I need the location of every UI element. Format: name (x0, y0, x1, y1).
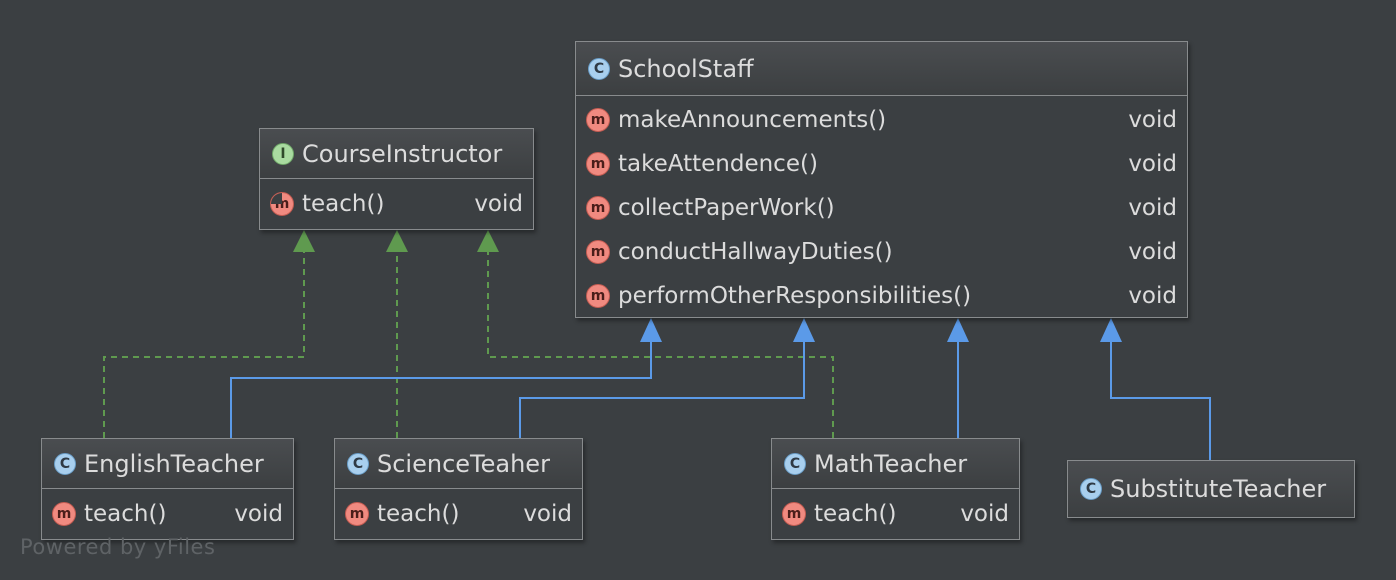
method-icon: m (52, 502, 76, 526)
edge-english-implements-courseinstructor (103, 248, 305, 438)
class-icon: C (54, 452, 76, 475)
member-name: takeAttendence() (618, 151, 818, 177)
class-icon: C (347, 452, 369, 475)
implements-arrowhead-1 (293, 230, 315, 252)
member-name: makeAnnouncements() (618, 107, 887, 133)
edge-english-extends-schoolstaff (230, 338, 652, 438)
node-school-staff[interactable]: C SchoolStaff m makeAnnouncements() void… (575, 41, 1188, 318)
node-english-teacher[interactable]: C EnglishTeacher m teach() void (41, 438, 294, 540)
abstract-method-icon: m (270, 192, 294, 216)
method-icon: m (586, 108, 610, 132)
extends-arrowhead-4 (1100, 318, 1122, 342)
interface-icon: I (272, 142, 294, 165)
node-title: SchoolStaff (618, 54, 754, 83)
implements-arrowhead-2 (386, 230, 408, 252)
member-type: void (474, 191, 523, 217)
implements-arrowhead-3 (477, 230, 499, 252)
member-name: performOtherResponsibilities() (618, 283, 972, 309)
node-header: C SchoolStaff (576, 42, 1187, 96)
edge-substitute-extends-schoolstaff (1110, 338, 1211, 460)
member-name: teach() (84, 501, 167, 527)
node-substitute-teacher[interactable]: C SubstituteTeacher (1067, 460, 1355, 518)
extends-arrowhead-1 (640, 318, 662, 342)
member-type: void (523, 501, 572, 527)
member-type: void (1128, 239, 1177, 265)
node-header: C EnglishTeacher (42, 439, 293, 489)
node-title: ScienceTeaher (377, 449, 550, 478)
node-course-instructor[interactable]: I CourseInstructor m teach() void (259, 128, 534, 230)
node-header: C ScienceTeaher (335, 439, 582, 489)
node-title: EnglishTeacher (84, 449, 264, 478)
member-type: void (1128, 283, 1177, 309)
member-name: teach() (302, 191, 385, 217)
method-icon: m (586, 196, 610, 220)
extends-arrowhead-3 (947, 318, 969, 342)
watermark: Powered by yFiles (20, 535, 216, 559)
method-icon: m (345, 502, 369, 526)
member-name: teach() (814, 501, 897, 527)
member-name: teach() (377, 501, 460, 527)
member-type: void (1128, 107, 1177, 133)
member-row[interactable]: m teach() void (42, 489, 293, 539)
class-icon: C (1080, 478, 1102, 500)
member-row[interactable]: m conductHallwayDuties() void (576, 230, 1187, 274)
member-type: void (1128, 195, 1177, 221)
edge-science-extends-schoolstaff (519, 338, 805, 438)
method-icon: m (586, 240, 610, 264)
node-title: CourseInstructor (302, 139, 503, 168)
method-icon: m (586, 152, 610, 176)
member-type: void (1128, 151, 1177, 177)
node-header: I CourseInstructor (260, 129, 533, 179)
member-row[interactable]: m collectPaperWork() void (576, 186, 1187, 230)
node-header: C MathTeacher (772, 439, 1019, 489)
node-title: MathTeacher (814, 449, 968, 478)
extends-arrowhead-2 (793, 318, 815, 342)
class-icon: C (588, 57, 610, 80)
member-row[interactable]: m teach() void (335, 489, 582, 539)
class-icon: C (784, 452, 806, 475)
member-type: void (960, 501, 1009, 527)
member-name: collectPaperWork() (618, 195, 835, 221)
node-title: SubstituteTeacher (1110, 475, 1327, 503)
member-row[interactable]: m performOtherResponsibilities() void (576, 274, 1187, 318)
member-type: void (234, 501, 283, 527)
method-icon: m (782, 502, 806, 526)
member-row[interactable]: m teach() void (260, 179, 533, 229)
node-math-teacher[interactable]: C MathTeacher m teach() void (771, 438, 1020, 540)
member-row[interactable]: m takeAttendence() void (576, 142, 1187, 186)
member-row[interactable]: m teach() void (772, 489, 1019, 539)
member-name: conductHallwayDuties() (618, 239, 893, 265)
node-science-teaher[interactable]: C ScienceTeaher m teach() void (334, 438, 583, 540)
method-icon: m (586, 284, 610, 308)
member-row[interactable]: m makeAnnouncements() void (576, 98, 1187, 142)
node-header: C SubstituteTeacher (1068, 461, 1354, 517)
